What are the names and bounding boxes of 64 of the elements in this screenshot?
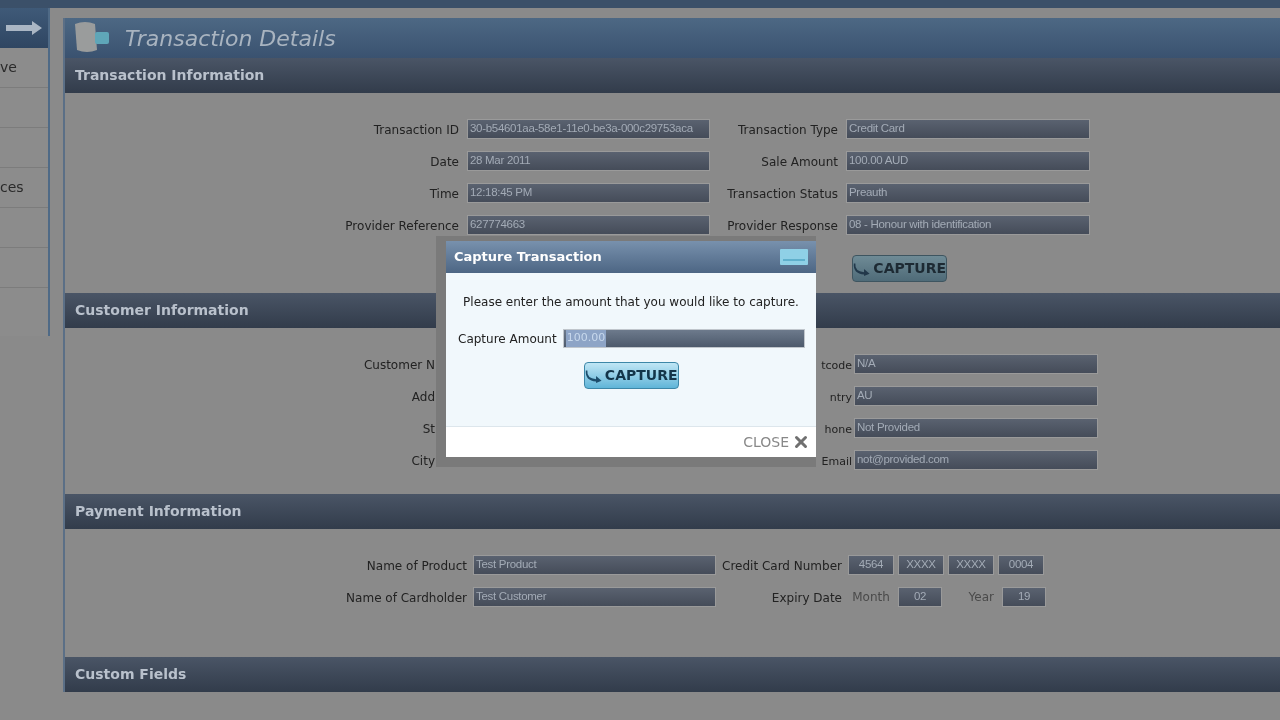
card-icon <box>780 249 808 265</box>
text-field[interactable]: Credit Card <box>846 119 1090 139</box>
text-field[interactable]: 12:18:45 PM <box>467 183 710 203</box>
sidebar-item[interactable] <box>0 248 48 288</box>
text-field[interactable]: 627774663 <box>467 215 710 235</box>
capture-button[interactable]: CAPTURE <box>852 255 947 282</box>
text-field[interactable]: Preauth <box>846 183 1090 203</box>
field-label: hone <box>824 423 852 436</box>
page-title: Transaction Details <box>125 24 336 53</box>
year-label: Year <box>967 589 995 606</box>
field-label: Time <box>429 187 459 201</box>
field-label: Transaction Type <box>737 123 838 137</box>
field-label: Expiry Date <box>771 591 842 605</box>
field-label: Transaction Status <box>727 187 838 201</box>
field-label: Capture Amount <box>458 330 557 348</box>
sidebar-item[interactable] <box>0 128 48 168</box>
capture-amount-field[interactable]: 100.00 <box>562 329 805 348</box>
field-label: Provider Reference <box>345 219 459 233</box>
text-field[interactable]: 0004 <box>998 555 1044 575</box>
field-label: tcode <box>821 359 852 372</box>
sidebar-item[interactable]: ve <box>0 48 48 88</box>
capture-button[interactable]: CAPTURE <box>583 362 679 389</box>
text-field[interactable]: Not Provided <box>854 418 1098 438</box>
field-label: Transaction ID <box>373 123 459 137</box>
section-title: Transaction Information <box>75 66 265 85</box>
text-field[interactable]: XXXX <box>948 555 994 575</box>
dialog-message: Please enter the amount that you would like to capture. <box>463 294 799 311</box>
text-field[interactable]: Test Product <box>473 555 716 575</box>
text-field[interactable]: 28 Mar 2011 <box>467 151 710 171</box>
section-title: Payment Information <box>75 502 242 521</box>
text-field[interactable]: N/A <box>854 354 1098 374</box>
dialog-title: Capture Transaction <box>454 248 602 267</box>
close-icon <box>792 433 810 451</box>
sidebar-item[interactable]: ces <box>0 168 48 208</box>
field-label: Name of Product <box>366 559 467 573</box>
text-field[interactable]: XXXX <box>898 555 944 575</box>
section-title: Custom Fields <box>75 665 187 684</box>
field-label: Name of Cardholder <box>346 591 467 605</box>
sidebar-item[interactable] <box>0 88 48 128</box>
text-field[interactable]: 02 <box>898 587 942 607</box>
field-label: Credit Card Number <box>722 559 842 573</box>
field-label: Date <box>430 155 459 169</box>
field-label: Sale Amount <box>761 155 838 169</box>
text-field[interactable]: 30-b54601aa-58e1-11e0-be3a-000c29753aca <box>467 119 710 139</box>
field-label: Customer N <box>363 358 435 372</box>
sidebar-item[interactable] <box>0 208 48 248</box>
text-field[interactable]: 08 - Honour with identification <box>846 215 1090 235</box>
text-field[interactable]: Test Customer <box>473 587 716 607</box>
field-label: City <box>411 454 435 468</box>
field-label: ntry <box>829 391 852 404</box>
section-title: Customer Information <box>75 301 249 320</box>
field-label: Email <box>821 455 852 468</box>
field-label: Add <box>411 390 435 404</box>
arrow-icon <box>6 21 42 35</box>
text-field[interactable]: 100.00 AUD <box>846 151 1090 171</box>
text-field[interactable]: not@provided.com <box>854 450 1098 470</box>
month-label: Month <box>851 589 891 606</box>
sidebar-item[interactable] <box>0 288 48 336</box>
text-field[interactable]: 4564 <box>848 555 894 575</box>
close-button[interactable]: CLOSE <box>743 431 810 453</box>
field-label: Provider Response <box>727 219 838 233</box>
text-field[interactable]: 19 <box>1002 587 1046 607</box>
field-label: St <box>422 422 435 436</box>
text-field[interactable]: AU <box>854 386 1098 406</box>
